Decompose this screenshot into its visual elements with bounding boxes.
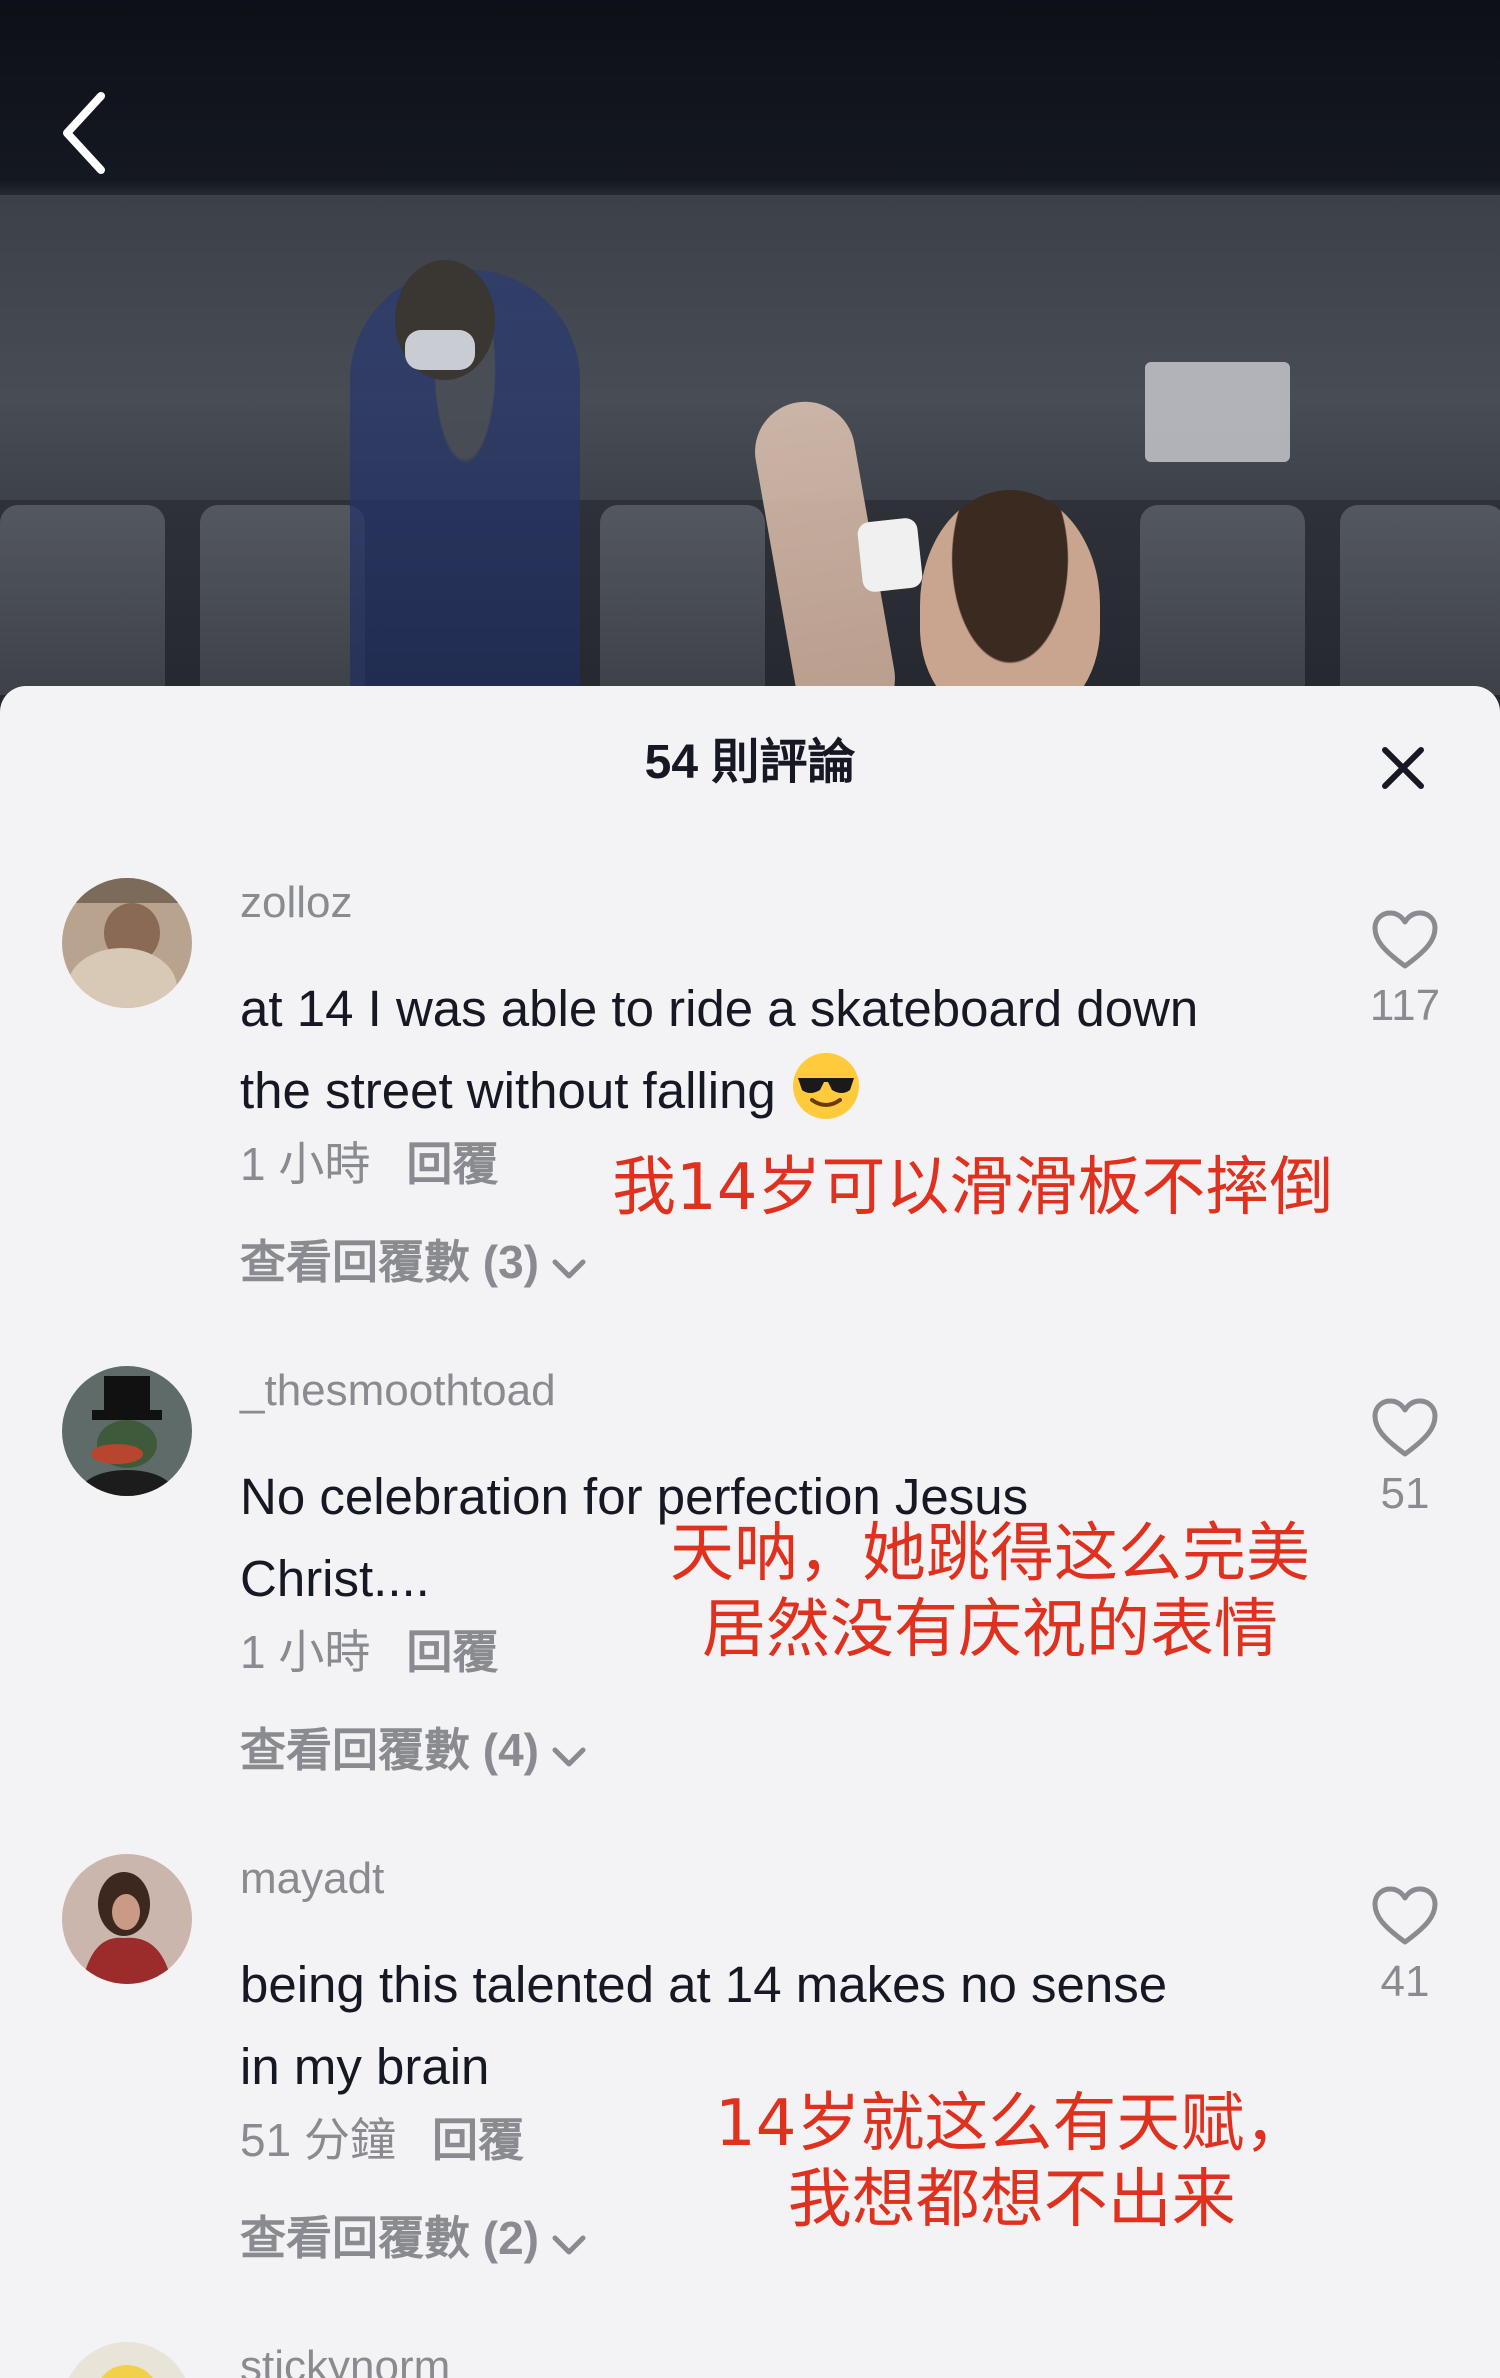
reply-button[interactable]: 回覆 [432, 2114, 524, 2166]
spectator-mask [405, 330, 475, 370]
like-button[interactable]: 117 [1365, 908, 1445, 1031]
view-replies-button[interactable]: 查看回覆數 (2) [240, 2202, 589, 2268]
close-button[interactable] [1375, 740, 1431, 796]
chevron-down-icon [552, 1747, 586, 1767]
like-button[interactable]: 51 [1365, 1396, 1445, 1519]
comment-username[interactable]: mayadt [240, 1854, 384, 1904]
comment-time: 51 分鐘 [240, 2114, 396, 2166]
avatar[interactable] [62, 878, 192, 1008]
annotation-line: 天呐，她跳得这么完美 [670, 1517, 1310, 1591]
comment-text-body: at 14 I was able to ride a skateboard do… [240, 980, 1199, 1119]
athlete-wristband [856, 517, 924, 593]
back-button[interactable] [55, 88, 135, 178]
comment-username[interactable]: stickynorm [240, 2342, 450, 2378]
comment-item: stickynorm [0, 2342, 1500, 2378]
comment-meta: 1 小時 回覆 [240, 1616, 498, 1682]
like-count: 41 [1380, 1957, 1430, 2006]
comment-meta: 51 分鐘 回覆 [240, 2104, 524, 2170]
heart-icon [1372, 910, 1438, 969]
comment-time: 1 小時 [240, 1138, 371, 1190]
seat [200, 505, 365, 695]
video-player[interactable] [0, 0, 1500, 720]
heart-icon [1372, 1398, 1438, 1457]
comment-text: at 14 I was able to ride a skateboard do… [240, 968, 1200, 1132]
seat [600, 505, 765, 695]
comment-username[interactable]: _thesmoothtoad [240, 1366, 556, 1416]
close-icon [1382, 747, 1424, 789]
chinese-annotation: 我14岁可以滑滑板不摔倒 [612, 1150, 1333, 1226]
chevron-down-icon [552, 2235, 586, 2255]
sunglasses-face-emoji [792, 1053, 859, 1119]
annotation-line: 居然没有庆祝的表情 [702, 1593, 1278, 1667]
view-replies-button[interactable]: 查看回覆數 (3) [240, 1226, 589, 1292]
chinese-annotation: 天呐，她跳得这么完美 居然没有庆祝的表情 [670, 1516, 1310, 1668]
annotation-line: 我14岁可以滑滑板不摔倒 [612, 1151, 1334, 1225]
view-replies-button[interactable]: 查看回覆數 (4) [240, 1714, 589, 1780]
comment-meta: 1 小時 回覆 [240, 1128, 498, 1194]
like-count: 51 [1380, 1469, 1430, 1518]
chevron-down-icon [552, 1259, 586, 1279]
avatar[interactable] [62, 1854, 192, 1984]
seat [0, 505, 165, 695]
comment-item: mayadt being this talented at 14 makes n… [0, 1854, 1500, 2334]
avatar[interactable] [62, 1366, 192, 1496]
seat [1340, 505, 1500, 695]
comments-sheet: 54 則評論 zolloz at 14 I was able to ride a… [0, 686, 1500, 2378]
avatar[interactable] [62, 2342, 192, 2378]
comment-time: 1 小時 [240, 1626, 371, 1678]
comment-text: being this talented at 14 makes no sense… [240, 1956, 1168, 2095]
comments-count-title: 54 則評論 [644, 736, 856, 789]
reply-button[interactable]: 回覆 [406, 1138, 498, 1190]
heart-icon [1372, 1886, 1438, 1945]
view-replies-label: 查看回覆數 (3) [240, 1236, 539, 1288]
view-replies-label: 查看回覆數 (4) [240, 1724, 539, 1776]
arena-sign [1145, 362, 1290, 462]
chinese-annotation: 14岁就这么有天赋， 我想都想不出来 [715, 2086, 1308, 2238]
comment-username[interactable]: zolloz [240, 878, 353, 928]
like-button[interactable]: 41 [1365, 1884, 1445, 2007]
comment-item: _thesmoothtoad No celebration for perfec… [0, 1366, 1500, 1846]
comment-item: zolloz at 14 I was able to ride a skateb… [0, 878, 1500, 1358]
like-count: 117 [1369, 981, 1441, 1030]
chevron-left-icon [63, 92, 105, 174]
seat [1140, 505, 1305, 695]
annotation-line: 14岁就这么有天赋， [715, 2087, 1309, 2161]
reply-button[interactable]: 回覆 [406, 1626, 498, 1678]
annotation-line: 我想都想不出来 [787, 2163, 1236, 2237]
view-replies-label: 查看回覆數 (2) [240, 2212, 539, 2264]
